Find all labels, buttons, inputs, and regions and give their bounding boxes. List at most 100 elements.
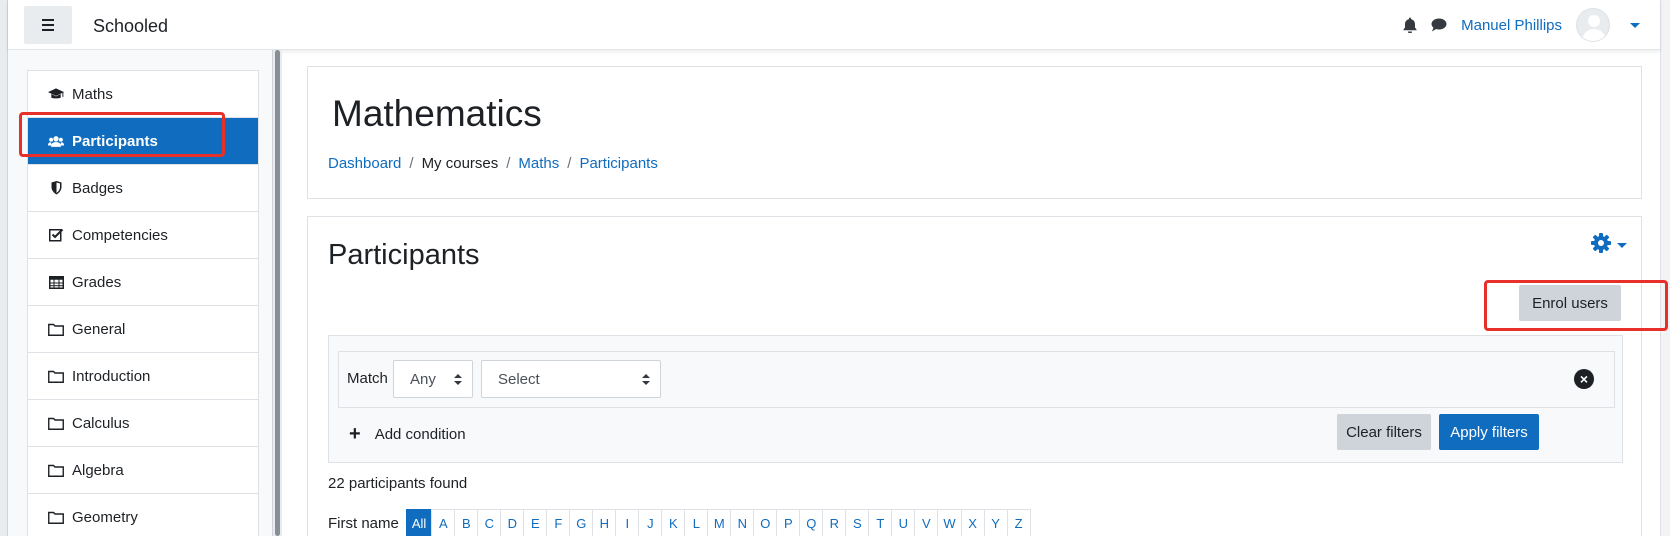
initial-letter-k[interactable]: K — [661, 509, 686, 536]
drawer-item-grades[interactable]: Grades — [28, 259, 258, 306]
initial-letter-q[interactable]: Q — [799, 509, 824, 536]
drawer-scrollbar[interactable] — [272, 50, 282, 536]
select-arrows-icon — [454, 374, 462, 386]
graduation-cap-icon — [48, 87, 64, 101]
initial-letter-l[interactable]: L — [684, 509, 709, 536]
folder-icon — [48, 323, 64, 336]
breadcrumb-dashboard[interactable]: Dashboard — [328, 155, 401, 172]
initial-letter-m[interactable]: M — [707, 509, 732, 536]
initial-letter-b[interactable]: B — [454, 509, 479, 536]
bell-icon[interactable] — [1403, 17, 1417, 33]
initial-letter-n[interactable]: N — [730, 509, 755, 536]
initial-letter-c[interactable]: C — [477, 509, 502, 536]
actions-menu-button[interactable] — [1591, 233, 1627, 257]
add-condition-button[interactable]: + Add condition — [349, 424, 466, 444]
breadcrumb-maths[interactable]: Maths — [518, 155, 559, 172]
page-title: Mathematics — [332, 93, 542, 134]
hamburger-icon — [42, 19, 54, 21]
plus-icon: + — [349, 423, 361, 445]
user-menu-name[interactable]: Manuel Phillips — [1461, 17, 1562, 34]
nav-drawer: Maths Participants Badges Competencies G… — [8, 50, 280, 536]
drawer-item-label: Participants — [72, 132, 158, 150]
initial-letter-g[interactable]: G — [569, 509, 594, 536]
participants-count: 22 participants found — [328, 475, 468, 492]
drawer-item-geometry[interactable]: Geometry — [28, 494, 258, 536]
shield-icon — [48, 181, 64, 195]
drawer-item-label: Maths — [72, 85, 113, 103]
filter-panel: Match Any Select × + Add condition Clear… — [328, 335, 1623, 463]
folder-icon — [48, 417, 64, 430]
initial-letter-r[interactable]: R — [822, 509, 847, 536]
apply-filters-button[interactable]: Apply filters — [1439, 414, 1539, 450]
drawer-item-competencies[interactable]: Competencies — [28, 212, 258, 259]
initial-letter-j[interactable]: J — [638, 509, 663, 536]
drawer-item-calculus[interactable]: Calculus — [28, 400, 258, 447]
initial-letter-s[interactable]: S — [845, 509, 870, 536]
breadcrumb-separator: / — [409, 155, 414, 172]
gear-icon — [1591, 233, 1611, 257]
section-title: Participants — [328, 239, 480, 271]
drawer-list: Maths Participants Badges Competencies G… — [27, 70, 259, 536]
breadcrumb-separator: / — [567, 155, 572, 172]
folder-icon — [48, 370, 64, 383]
breadcrumb: Dashboard / My courses / Maths / Partici… — [328, 155, 658, 172]
initial-letter-y[interactable]: Y — [983, 509, 1008, 536]
initial-letter-a[interactable]: A — [431, 509, 456, 536]
drawer-item-general[interactable]: General — [28, 306, 258, 353]
initial-letter-h[interactable]: H — [592, 509, 617, 536]
drawer-item-label: Geometry — [72, 508, 138, 526]
breadcrumb-separator: / — [506, 155, 511, 172]
drawer-item-label: Badges — [72, 179, 123, 197]
initial-letter-w[interactable]: W — [937, 509, 962, 536]
window-scrollbar[interactable] — [1660, 0, 1670, 536]
initial-letter-u[interactable]: U — [891, 509, 916, 536]
initial-letter-z[interactable]: Z — [1006, 509, 1031, 536]
first-name-initials-bar: First name All A B C D E F G H I J K L M N O P Q R S T U V W X Y Z — [328, 509, 1031, 536]
users-icon — [48, 135, 64, 148]
drawer-item-label: General — [72, 320, 126, 338]
user-nav: Manuel Phillips — [1403, 8, 1640, 42]
initial-letter-i[interactable]: I — [615, 509, 640, 536]
select-arrows-icon — [642, 374, 650, 386]
avatar[interactable] — [1576, 8, 1610, 42]
filter-row: Match Any Select × — [338, 351, 1615, 408]
check-square-icon — [48, 228, 64, 242]
initial-letter-d[interactable]: D — [500, 509, 525, 536]
drawer-item-maths[interactable]: Maths — [28, 71, 258, 118]
drawer-item-label: Grades — [72, 273, 122, 291]
remove-row-icon[interactable]: × — [1574, 369, 1594, 389]
initial-letter-e[interactable]: E — [523, 509, 548, 536]
drawer-item-introduction[interactable]: Introduction — [28, 353, 258, 400]
drawer-item-label: Introduction — [72, 367, 151, 385]
initials-label: First name — [328, 514, 399, 532]
enrol-users-button[interactable]: Enrol users — [1519, 285, 1621, 321]
initial-letter-x[interactable]: X — [960, 509, 985, 536]
drawer-item-label: Calculus — [72, 414, 130, 432]
menu-toggle-button[interactable] — [24, 6, 72, 44]
initials-letters: All A B C D E F G H I J K L M N O P Q R S T U V W X Y Z — [405, 509, 1031, 536]
breadcrumb-participants[interactable]: Participants — [579, 155, 657, 172]
filter-type-select[interactable]: Select — [481, 360, 661, 398]
drawer-item-participants[interactable]: Participants — [28, 118, 258, 165]
site-name[interactable]: Schooled — [93, 16, 168, 37]
chevron-down-icon[interactable] — [1630, 22, 1640, 28]
breadcrumb-my-courses: My courses — [421, 155, 499, 172]
drawer-item-algebra[interactable]: Algebra — [28, 447, 258, 494]
folder-icon — [48, 511, 64, 524]
initial-letter-all[interactable]: All — [405, 509, 433, 536]
drawer-item-label: Algebra — [72, 461, 124, 479]
page-header: Mathematics Dashboard / My courses / Mat… — [307, 66, 1642, 199]
initial-letter-o[interactable]: O — [753, 509, 778, 536]
participants-region: Participants Enrol users Match Any Selec… — [307, 216, 1642, 536]
chat-icon[interactable] — [1431, 18, 1447, 32]
initial-letter-p[interactable]: P — [776, 509, 801, 536]
initial-letter-t[interactable]: T — [868, 509, 893, 536]
drawer-item-badges[interactable]: Badges — [28, 165, 258, 212]
initial-letter-v[interactable]: V — [914, 509, 939, 536]
initial-letter-f[interactable]: F — [546, 509, 571, 536]
match-select[interactable]: Any — [393, 360, 473, 398]
clear-filters-button[interactable]: Clear filters — [1337, 414, 1431, 450]
table-icon — [48, 275, 64, 289]
chevron-down-icon — [1617, 242, 1627, 248]
window-left-edge — [0, 0, 8, 536]
